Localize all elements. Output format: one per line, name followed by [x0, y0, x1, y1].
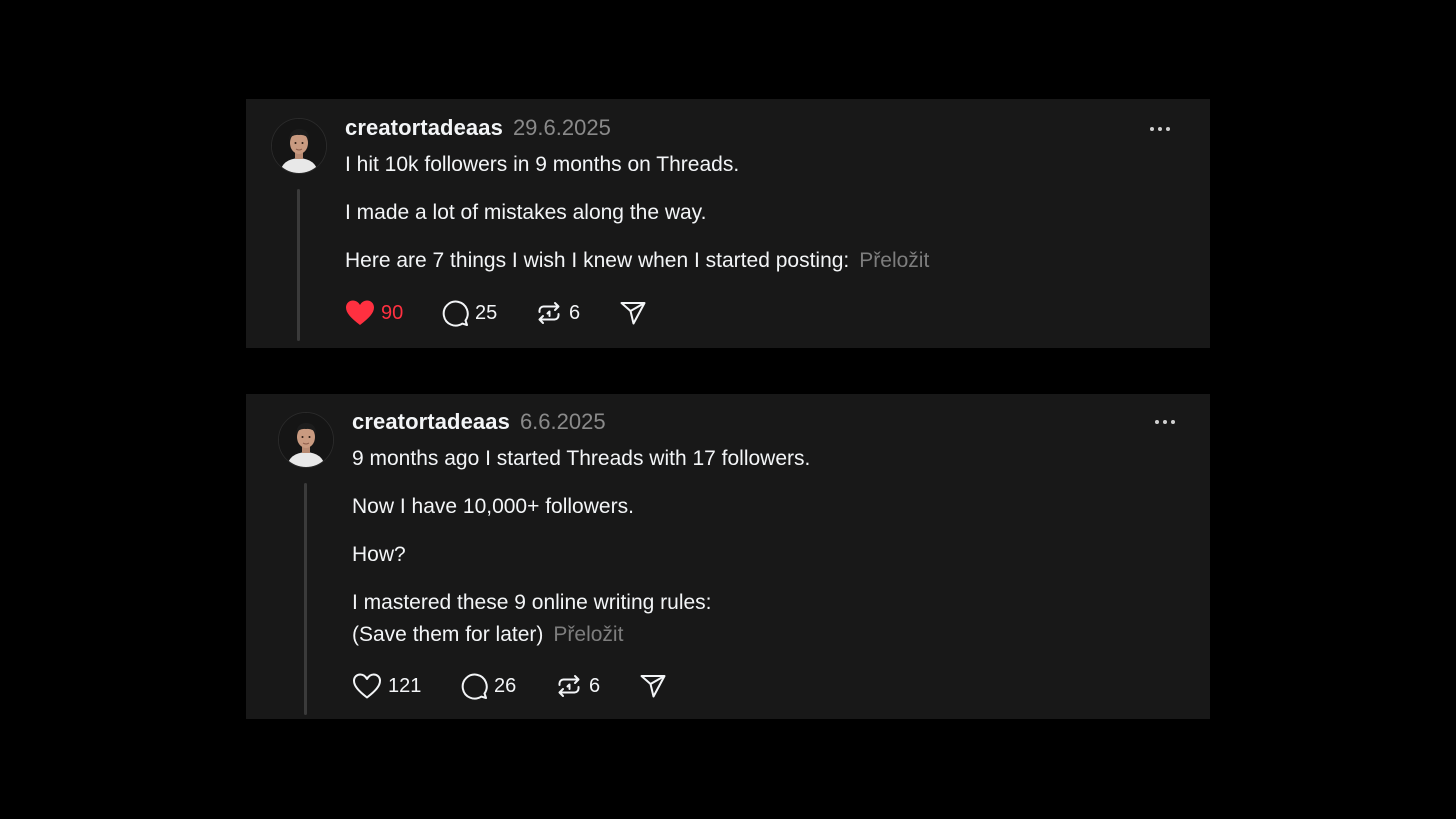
post-card[interactable]: creatortadeaas 6.6.2025 9 months ago I s… [246, 394, 1210, 719]
repost-icon [555, 672, 583, 700]
post-text-line: Here are 7 things I wish I knew when I s… [345, 245, 929, 277]
post-card[interactable]: creatortadeaas 29.6.2025 I hit 10k follo… [246, 99, 1210, 348]
post-text: Here are 7 things I wish I knew when I s… [345, 249, 850, 272]
repost-button[interactable]: 6 [535, 299, 619, 327]
post-text: (Save them for later) [352, 623, 544, 646]
post-header: creatortadeaas 29.6.2025 [345, 115, 611, 141]
action-bar: 121 26 6 [352, 671, 667, 701]
reply-button[interactable]: 25 [441, 299, 535, 327]
share-button[interactable] [639, 672, 667, 700]
post-date[interactable]: 6.6.2025 [520, 409, 606, 435]
like-button[interactable]: 121 [352, 672, 460, 700]
post-text-line: I mastered these 9 online writing rules: [352, 591, 712, 614]
translate-link[interactable]: Přeložit [553, 623, 623, 646]
repost-button[interactable]: 6 [555, 672, 639, 700]
more-icon[interactable] [1148, 124, 1172, 134]
avatar[interactable] [278, 412, 334, 468]
share-icon [619, 299, 647, 327]
like-button[interactable]: 90 [345, 299, 441, 327]
avatar-image [272, 119, 326, 173]
more-icon[interactable] [1153, 417, 1177, 427]
post-text-line: Now I have 10,000+ followers. [352, 495, 634, 518]
post-body: I hit 10k followers in 9 months on Threa… [345, 149, 929, 277]
avatar-image [279, 413, 333, 467]
reply-count: 25 [475, 301, 498, 324]
reply-button[interactable]: 26 [460, 672, 555, 700]
reply-count: 26 [494, 674, 517, 697]
thread-line [304, 483, 307, 715]
repost-count: 6 [569, 301, 581, 324]
like-count: 121 [388, 674, 422, 697]
comment-icon [460, 672, 488, 700]
share-icon [639, 672, 667, 700]
like-count: 90 [381, 301, 404, 324]
translate-link[interactable]: Přeložit [859, 249, 929, 272]
post-date[interactable]: 29.6.2025 [513, 115, 611, 141]
avatar[interactable] [271, 118, 327, 174]
post-text-line: 9 months ago I started Threads with 17 f… [352, 447, 811, 470]
username[interactable]: creatortadeaas [352, 409, 510, 435]
post-text-line: (Save them for later) Přeložit [352, 619, 810, 651]
repost-icon [535, 299, 563, 327]
repost-count: 6 [589, 674, 601, 697]
username[interactable]: creatortadeaas [345, 115, 503, 141]
heart-outline-icon [352, 672, 382, 700]
post-header: creatortadeaas 6.6.2025 [352, 409, 606, 435]
heart-filled-icon [345, 299, 375, 327]
comment-icon [441, 299, 469, 327]
post-text-line: How? [352, 543, 406, 566]
share-button[interactable] [619, 299, 647, 327]
post-body: 9 months ago I started Threads with 17 f… [352, 443, 810, 651]
action-bar: 90 25 6 [345, 298, 647, 328]
post-text-line: I hit 10k followers in 9 months on Threa… [345, 153, 740, 176]
post-text-line: I made a lot of mistakes along the way. [345, 201, 707, 224]
thread-line [297, 189, 300, 341]
